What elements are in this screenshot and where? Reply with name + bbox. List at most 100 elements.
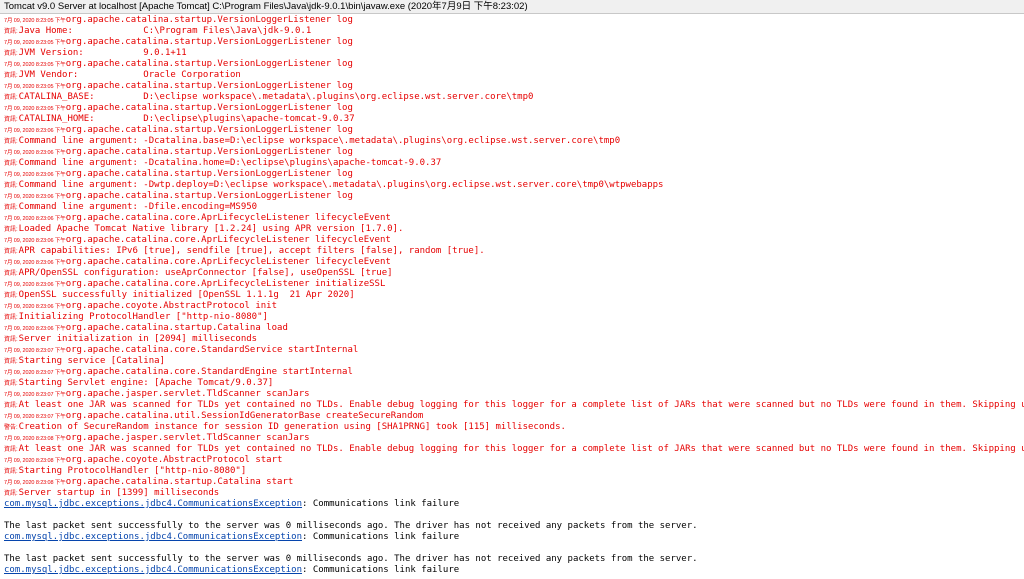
log-timestamp: 7月 09, 2020 8:23:06 下午 [4, 282, 66, 288]
log-level: 資訊: [4, 491, 18, 497]
exception-link[interactable]: com.mysql.jdbc.exceptions.jdbc4.Communic… [4, 499, 302, 509]
console-line: 資訊:Command line argument: -Dcatalina.bas… [4, 136, 1024, 147]
log-level: 資訊: [4, 447, 18, 453]
log-level: 資訊: [4, 227, 18, 233]
console-output[interactable]: 7月 09, 2020 8:23:05 下午org.apache.catalin… [0, 14, 1024, 579]
log-level: 資訊: [4, 271, 18, 277]
log-message: Creation of SecureRandom instance for se… [18, 422, 566, 432]
log-source: org.apache.catalina.startup.Catalina sta… [65, 477, 294, 487]
console-line: 7月 09, 2020 8:23:05 下午org.apache.catalin… [4, 59, 1024, 70]
log-message: CATALINA_BASE: D:\eclipse workspace\.met… [18, 92, 534, 102]
log-level: 資訊: [4, 183, 18, 189]
log-message: Starting ProtocolHandler ["http-nio-8080… [18, 466, 247, 476]
log-level: 資訊: [4, 205, 18, 211]
console-line: 資訊:At least one JAR was scanned for TLDs… [4, 444, 1024, 455]
console-line: 7月 09, 2020 8:23:08 下午org.apache.coyote.… [4, 455, 1024, 466]
log-message: Command line argument: -Dfile.encoding=M… [18, 202, 258, 212]
log-timestamp: 7月 09, 2020 8:23:06 下午 [4, 172, 66, 178]
log-source: org.apache.catalina.core.AprLifecycleLis… [65, 257, 391, 267]
log-source: org.apache.jasper.servlet.TldScanner sca… [65, 433, 310, 443]
exception-link[interactable]: com.mysql.jdbc.exceptions.jdbc4.Communic… [4, 532, 302, 542]
log-level: 資訊: [4, 29, 18, 35]
log-level: 資訊: [4, 315, 18, 321]
console-line: 7月 09, 2020 8:23:06 下午org.apache.catalin… [4, 213, 1024, 224]
log-source: org.apache.coyote.AbstractProtocol start [65, 455, 283, 465]
log-message: The last packet sent successfully to the… [4, 554, 698, 564]
log-timestamp: 7月 09, 2020 8:23:06 下午 [4, 238, 66, 244]
console-line: 警告:Creation of SecureRandom instance for… [4, 422, 1024, 433]
log-timestamp: 7月 09, 2020 8:23:06 下午 [4, 128, 66, 134]
log-level: 資訊: [4, 337, 18, 343]
console-line: 資訊:Starting ProtocolHandler ["http-nio-8… [4, 466, 1024, 477]
log-timestamp: 7月 09, 2020 8:23:05 下午 [4, 18, 66, 24]
log-message: The last packet sent successfully to the… [4, 521, 698, 531]
log-source: org.apache.catalina.core.StandardService… [65, 345, 359, 355]
log-message: Command line argument: -Dcatalina.home=D… [18, 158, 442, 168]
console-line: 資訊:Command line argument: -Dcatalina.hom… [4, 158, 1024, 169]
log-source: org.apache.catalina.core.AprLifecycleLis… [65, 279, 386, 289]
log-timestamp: 7月 09, 2020 8:23:06 下午 [4, 216, 66, 222]
console-line: 資訊:Java Home: C:\Program Files\Java\jdk-… [4, 26, 1024, 37]
log-message: Server initialization in [2094] millisec… [18, 334, 258, 344]
console-line: 7月 09, 2020 8:23:06 下午org.apache.catalin… [4, 279, 1024, 290]
console-line: The last packet sent successfully to the… [4, 554, 1024, 565]
log-source: org.apache.catalina.startup.VersionLogge… [65, 103, 353, 113]
log-timestamp: 7月 09, 2020 8:23:08 下午 [4, 480, 66, 486]
console-line: 7月 09, 2020 8:23:05 下午org.apache.catalin… [4, 37, 1024, 48]
console-line: 7月 09, 2020 8:23:07 下午org.apache.catalin… [4, 411, 1024, 422]
console-line: 資訊:JVM Vendor: Oracle Corporation [4, 70, 1024, 81]
log-source: org.apache.catalina.startup.VersionLogge… [65, 37, 353, 47]
console-line: 7月 09, 2020 8:23:05 下午org.apache.catalin… [4, 103, 1024, 114]
log-level: 資訊: [4, 469, 18, 475]
console-line: 資訊:Loaded Apache Tomcat Native library [… [4, 224, 1024, 235]
exception-message: : Communications link failure [302, 565, 460, 575]
log-source: org.apache.coyote.AbstractProtocol init [65, 301, 278, 311]
log-message: Java Home: C:\Program Files\Java\jdk-9.0… [18, 26, 312, 36]
console-line: 7月 09, 2020 8:23:06 下午org.apache.catalin… [4, 125, 1024, 136]
console-line: 資訊:CATALINA_HOME: D:\eclipse\plugins\apa… [4, 114, 1024, 125]
console-line: 7月 09, 2020 8:23:05 下午org.apache.catalin… [4, 81, 1024, 92]
log-timestamp: 7月 09, 2020 8:23:06 下午 [4, 150, 66, 156]
log-source: org.apache.jasper.servlet.TldScanner sca… [65, 389, 310, 399]
log-timestamp: 7月 09, 2020 8:23:06 下午 [4, 326, 66, 332]
log-message: At least one JAR was scanned for TLDs ye… [18, 400, 1024, 410]
log-timestamp: 7月 09, 2020 8:23:08 下午 [4, 458, 66, 464]
log-source: org.apache.catalina.startup.VersionLogge… [65, 59, 353, 69]
console-line: 資訊:Initializing ProtocolHandler ["http-n… [4, 312, 1024, 323]
log-source: org.apache.catalina.startup.VersionLogge… [65, 15, 353, 25]
console-line: 7月 09, 2020 8:23:07 下午org.apache.catalin… [4, 345, 1024, 356]
console-line: 資訊:APR/OpenSSL configuration: useAprConn… [4, 268, 1024, 279]
exception-link[interactable]: com.mysql.jdbc.exceptions.jdbc4.Communic… [4, 565, 302, 575]
console-line: 7月 09, 2020 8:23:07 下午org.apache.catalin… [4, 367, 1024, 378]
log-source: org.apache.catalina.startup.VersionLogge… [65, 169, 353, 179]
console-line: 資訊:APR capabilities: IPv6 [true], sendfi… [4, 246, 1024, 257]
log-message: APR capabilities: IPv6 [true], sendfile … [18, 246, 485, 256]
log-timestamp: 7月 09, 2020 8:23:08 下午 [4, 436, 66, 442]
log-level: 資訊: [4, 73, 18, 79]
log-timestamp: 7月 09, 2020 8:23:07 下午 [4, 414, 66, 420]
log-timestamp: 7月 09, 2020 8:23:05 下午 [4, 106, 66, 112]
log-source: org.apache.catalina.util.SessionIdGenera… [65, 411, 424, 421]
window-title: Tomcat v9.0 Server at localhost [Apache … [4, 1, 528, 12]
log-message: Command line argument: -Dwtp.deploy=D:\e… [18, 180, 664, 190]
log-level: 資訊: [4, 359, 18, 365]
log-timestamp: 7月 09, 2020 8:23:05 下午 [4, 62, 66, 68]
console-line: com.mysql.jdbc.exceptions.jdbc4.Communic… [4, 532, 1024, 543]
log-message: At least one JAR was scanned for TLDs ye… [18, 444, 1024, 454]
log-source: org.apache.catalina.startup.VersionLogge… [65, 147, 353, 157]
log-message: JVM Version: 9.0.1+11 [18, 48, 187, 58]
log-message: APR/OpenSSL configuration: useAprConnect… [18, 268, 393, 278]
log-message: Initializing ProtocolHandler ["http-nio-… [18, 312, 268, 322]
log-timestamp: 7月 09, 2020 8:23:07 下午 [4, 392, 66, 398]
log-level: 資訊: [4, 293, 18, 299]
log-timestamp: 7月 09, 2020 8:23:07 下午 [4, 348, 66, 354]
console-line: 資訊:Server initialization in [2094] milli… [4, 334, 1024, 345]
log-message: CATALINA_HOME: D:\eclipse\plugins\apache… [18, 114, 355, 124]
console-line: 7月 09, 2020 8:23:08 下午org.apache.catalin… [4, 477, 1024, 488]
log-level: 資訊: [4, 139, 18, 145]
console-line: 資訊:Server startup in [1399] milliseconds [4, 488, 1024, 499]
log-level: 資訊: [4, 161, 18, 167]
log-level: 資訊: [4, 249, 18, 255]
log-level: 資訊: [4, 403, 18, 409]
